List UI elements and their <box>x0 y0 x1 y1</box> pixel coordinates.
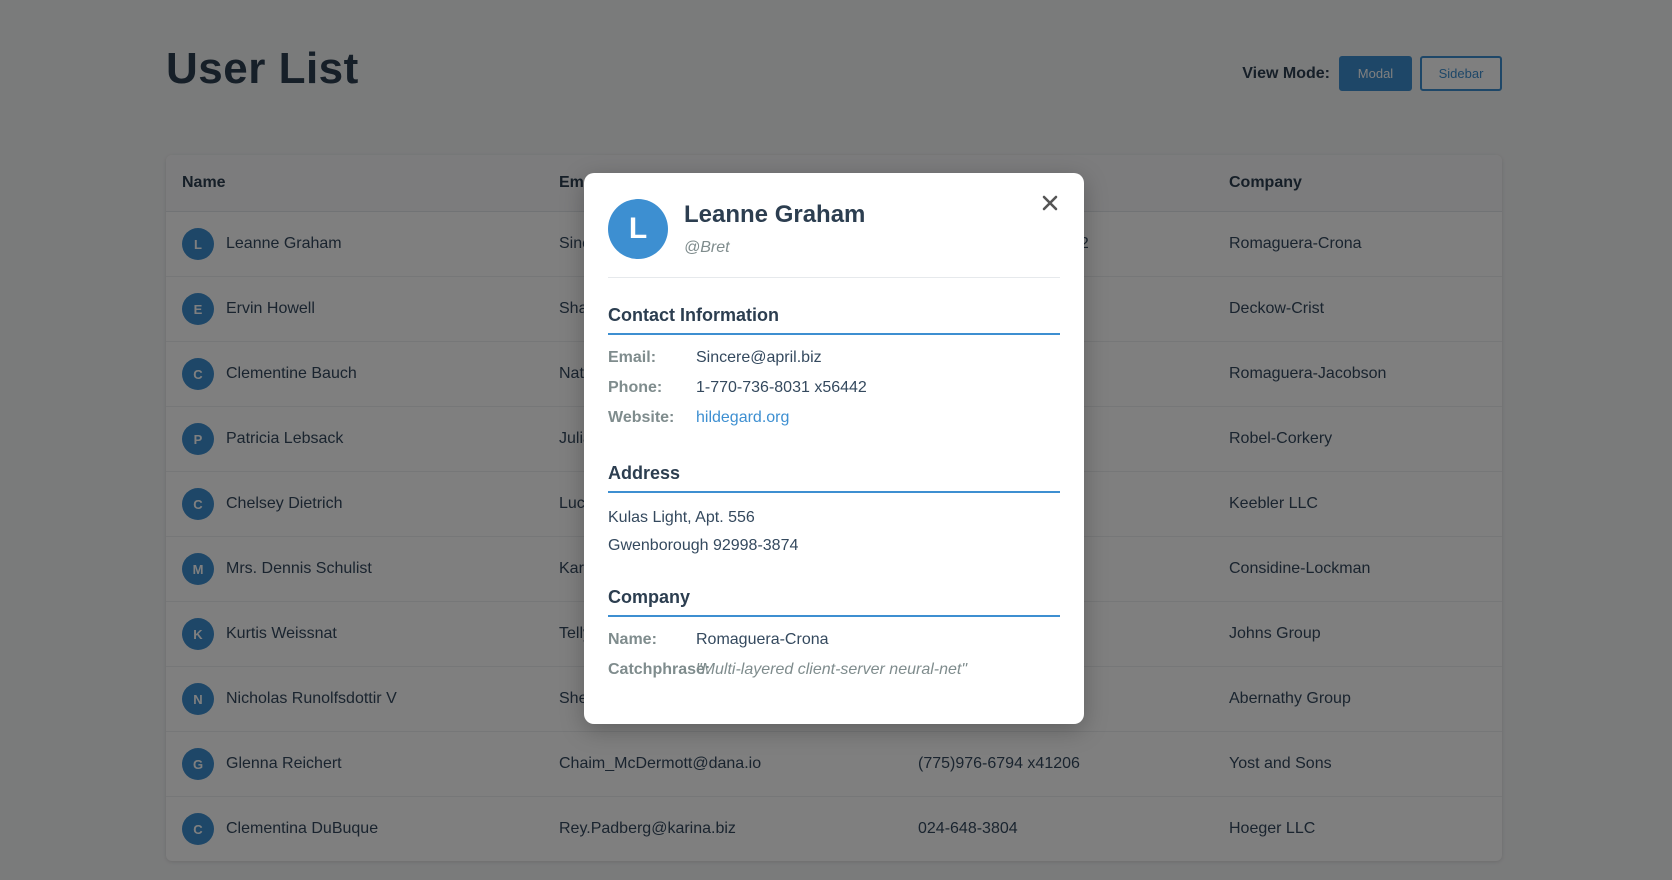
company-name-label: Name: <box>608 631 657 648</box>
avatar: L <box>608 199 668 259</box>
company-name-row: Name: Romaguera-Crona <box>608 631 1060 649</box>
user-heading: Leanne Graham @Bret <box>684 201 865 257</box>
section-title-contact: Contact Information <box>608 305 1060 335</box>
modal-header: L Leanne Graham @Bret <box>608 199 1060 278</box>
address-line-2: Gwenborough 92998-3874 <box>608 537 799 554</box>
website-label: Website: <box>608 409 675 426</box>
phone-value: 1-770-736-8031 x56442 <box>696 379 867 396</box>
close-button[interactable] <box>1038 191 1062 215</box>
section-title-address: Address <box>608 463 1060 493</box>
phone-row: Phone: 1-770-736-8031 x56442 <box>608 379 1060 397</box>
company-section: Company Name: Romaguera-Crona Catchphras… <box>608 587 1060 679</box>
company-name-value: Romaguera-Crona <box>696 631 829 648</box>
email-label: Email: <box>608 349 657 366</box>
close-icon <box>1042 195 1058 211</box>
catchphrase-label: Catchphrase: <box>608 661 711 678</box>
email-value: Sincere@april.biz <box>696 349 822 366</box>
address-section: Address Kulas Light, Apt. 556 Gwenboroug… <box>608 463 1060 555</box>
catchphrase-value: "Multi-layered client-server neural-net" <box>696 661 968 678</box>
contact-section: Contact Information Email: Sincere@april… <box>608 305 1060 427</box>
user-detail-modal: L Leanne Graham @Bret Contact Informatio… <box>584 173 1084 724</box>
user-name: Leanne Graham <box>684 201 866 228</box>
catchphrase-row: Catchphrase: "Multi-layered client-serve… <box>608 661 1060 679</box>
address-block: Kulas Light, Apt. 556 Gwenborough 92998-… <box>608 509 1060 555</box>
address-line-1: Kulas Light, Apt. 556 <box>608 509 755 526</box>
user-list-page: User List View Mode: Modal Sidebar Name … <box>0 0 1672 880</box>
user-handle: @Bret <box>684 239 730 256</box>
website-link[interactable]: hildegard.org <box>696 409 789 427</box>
phone-label: Phone: <box>608 379 663 396</box>
email-row: Email: Sincere@april.biz <box>608 349 1060 367</box>
section-title-company: Company <box>608 587 1060 617</box>
website-row: Website: hildegard.org <box>608 409 1060 427</box>
